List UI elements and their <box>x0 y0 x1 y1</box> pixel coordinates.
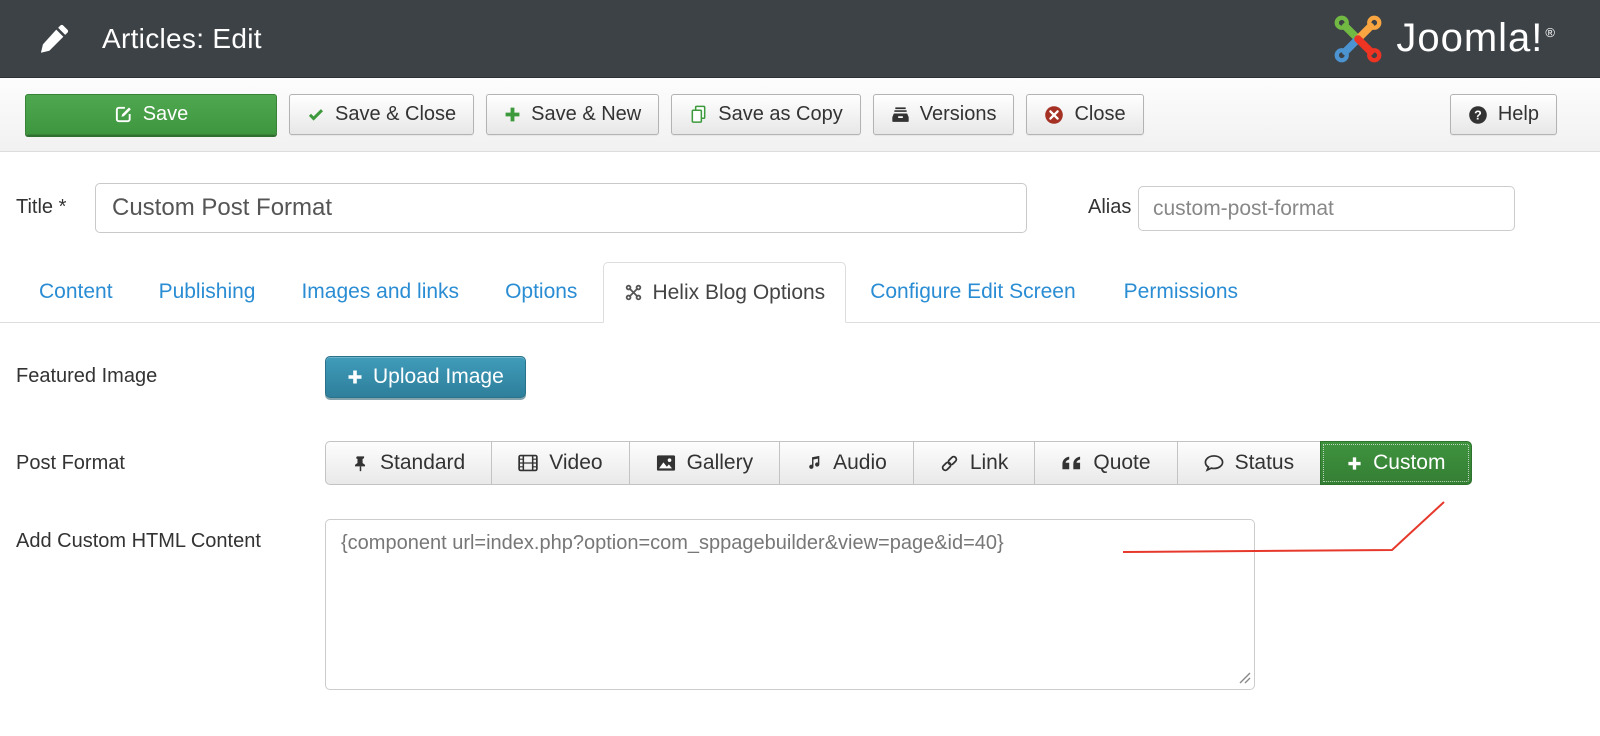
svg-text:?: ? <box>1474 108 1482 122</box>
upload-image-label: Upload Image <box>373 365 504 389</box>
tab-helix-label: Helix Blog Options <box>652 281 825 305</box>
post-format-label: Post Format <box>16 452 125 475</box>
tab-configure-edit-screen[interactable]: Configure Edit Screen <box>870 280 1075 304</box>
format-gallery-label: Gallery <box>687 451 754 475</box>
title-input[interactable] <box>95 183 1027 233</box>
format-status-button[interactable]: Status <box>1177 441 1322 485</box>
tab-helix-blog-options[interactable]: Helix Blog Options <box>603 262 846 323</box>
speech-bubble-icon <box>1204 454 1224 472</box>
format-video-label: Video <box>549 451 602 475</box>
save-button[interactable]: Save <box>25 94 277 135</box>
link-icon <box>940 454 959 473</box>
joomla-logo-icon <box>1332 13 1384 65</box>
post-format-group: Standard Video Gallery Audio Link Quote <box>325 441 1472 485</box>
format-link-button[interactable]: Link <box>913 441 1036 485</box>
format-audio-button[interactable]: Audio <box>779 441 914 485</box>
plus-icon <box>347 369 363 385</box>
alias-input[interactable] <box>1138 186 1515 231</box>
quote-icon <box>1061 455 1082 471</box>
check-icon <box>307 106 325 124</box>
toolbar: Save Save & Close Save & New Save as Cop… <box>0 78 1600 152</box>
save-and-new-label: Save & New <box>531 103 641 126</box>
tab-permissions[interactable]: Permissions <box>1124 280 1238 304</box>
upload-image-button[interactable]: Upload Image <box>325 356 526 398</box>
format-video-button[interactable]: Video <box>491 441 629 485</box>
save-and-new-button[interactable]: Save & New <box>486 94 659 135</box>
tab-publishing[interactable]: Publishing <box>159 280 256 304</box>
format-standard-label: Standard <box>380 451 465 475</box>
music-note-icon <box>806 455 822 471</box>
save-and-close-button[interactable]: Save & Close <box>289 94 474 135</box>
custom-html-label: Add Custom HTML Content <box>16 530 261 553</box>
plus-icon <box>1347 456 1362 471</box>
help-label: Help <box>1498 103 1539 126</box>
format-audio-label: Audio <box>833 451 887 475</box>
plus-icon <box>504 106 521 123</box>
tab-bar: Content Publishing Images and links Opti… <box>0 262 1600 323</box>
versions-button[interactable]: Versions <box>873 94 1015 135</box>
save-edit-icon <box>114 105 133 124</box>
resize-handle-icon[interactable] <box>1239 672 1251 684</box>
custom-html-wrap: {component url=index.php?option=com_sppa… <box>325 519 1255 690</box>
save-and-close-label: Save & Close <box>335 103 456 126</box>
pencil-icon <box>38 23 70 55</box>
format-quote-button[interactable]: Quote <box>1034 441 1177 485</box>
save-label: Save <box>143 103 189 126</box>
format-custom-label: Custom <box>1373 451 1445 475</box>
header-bar: Articles: Edit Joomla!® <box>0 0 1600 78</box>
save-as-copy-button[interactable]: Save as Copy <box>671 94 861 135</box>
custom-html-textarea[interactable]: {component url=index.php?option=com_sppa… <box>325 519 1255 690</box>
helix-icon <box>624 283 643 302</box>
close-icon <box>1044 105 1064 125</box>
copy-icon <box>689 105 708 124</box>
close-label: Close <box>1074 103 1125 126</box>
featured-image-label: Featured Image <box>16 365 157 388</box>
close-button[interactable]: Close <box>1026 94 1143 135</box>
joomla-wordmark: Joomla!® <box>1396 16 1556 61</box>
film-icon <box>518 454 538 472</box>
format-status-label: Status <box>1235 451 1295 475</box>
format-gallery-button[interactable]: Gallery <box>629 441 781 485</box>
pushpin-icon <box>352 455 369 472</box>
format-custom-button[interactable]: Custom <box>1320 441 1472 485</box>
alias-label: Alias <box>1088 196 1131 219</box>
tab-options[interactable]: Options <box>505 280 577 304</box>
format-standard-button[interactable]: Standard <box>325 441 492 485</box>
page-title: Articles: Edit <box>102 23 262 55</box>
tab-images-and-links[interactable]: Images and links <box>301 280 459 304</box>
help-icon: ? <box>1468 105 1488 125</box>
title-label: Title * <box>16 196 66 219</box>
format-quote-label: Quote <box>1093 451 1150 475</box>
help-button[interactable]: ? Help <box>1450 94 1557 135</box>
joomla-brand: Joomla!® <box>1332 13 1556 65</box>
format-link-label: Link <box>970 451 1009 475</box>
versions-icon <box>891 105 910 124</box>
save-as-copy-label: Save as Copy <box>718 103 843 126</box>
versions-label: Versions <box>920 103 997 126</box>
image-icon <box>656 454 676 472</box>
tab-content[interactable]: Content <box>39 280 113 304</box>
